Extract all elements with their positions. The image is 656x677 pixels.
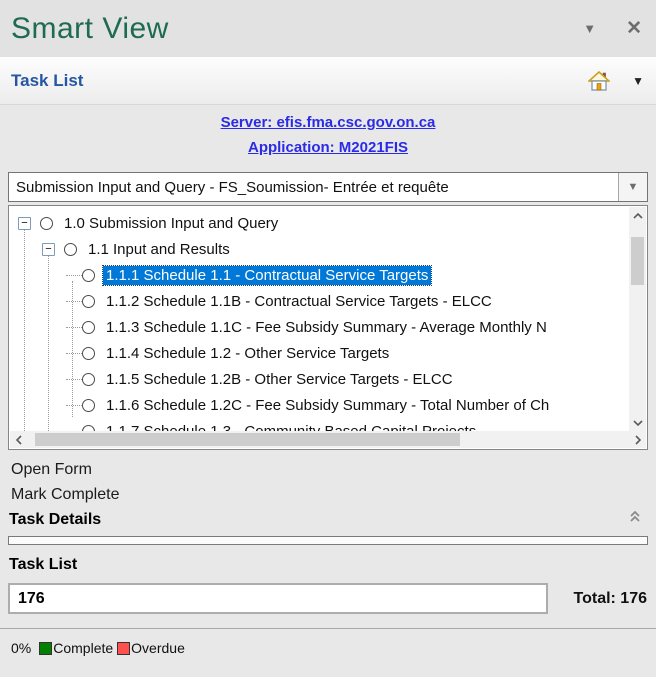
overdue-swatch-icon — [117, 642, 130, 655]
tree-item[interactable]: − 1.1 Input and Results — [10, 236, 629, 262]
task-list-dropdown-value: Submission Input and Query - FS_Soumissi… — [9, 179, 618, 196]
dropdown-arrow-icon[interactable]: ▼ — [618, 173, 647, 201]
scroll-up-icon[interactable] — [629, 207, 646, 224]
vertical-scroll-thumb[interactable] — [631, 237, 644, 285]
panel-title-bar: Task List ▼ — [0, 57, 656, 105]
tree-item-label: 1.1.1 Schedule 1.1 - Contractual Service… — [103, 266, 431, 285]
tree-connector — [66, 353, 82, 354]
tree-connector — [66, 301, 82, 302]
task-status-icon — [82, 269, 95, 282]
task-details-heading: Task Details — [9, 511, 101, 529]
percent-complete-label: 0% — [11, 640, 31, 656]
smartview-header: Smart View ▼ ✕ — [0, 0, 656, 57]
app-title: Smart View — [0, 12, 169, 46]
tree-connector — [66, 405, 82, 406]
tree-connector — [66, 275, 82, 276]
tree-item[interactable]: 1.1.7 Schedule 1.3 - Community Based Cap… — [10, 418, 629, 431]
task-status-icon — [64, 243, 77, 256]
task-status-icon — [82, 321, 95, 334]
tree-collapse-icon[interactable]: − — [42, 243, 55, 256]
application-link[interactable]: Application: M2021FIS — [0, 135, 656, 160]
tree-item-label: 1.1.7 Schedule 1.3 - Community Based Cap… — [103, 422, 479, 432]
tree-item-label: 1.0 Submission Input and Query — [61, 214, 281, 233]
tree-item[interactable]: 1.1.4 Schedule 1.2 - Other Service Targe… — [10, 340, 629, 366]
complete-swatch-icon — [39, 642, 52, 655]
divider — [0, 628, 656, 629]
task-status-icon — [82, 425, 95, 432]
home-icon[interactable] — [588, 71, 610, 91]
overdue-label: Overdue — [131, 640, 185, 656]
mark-complete-action[interactable]: Mark Complete — [11, 486, 119, 504]
tree-rows: −1.0 Submission Input and Query−1.1 Inpu… — [10, 207, 629, 431]
collapse-section-icon[interactable] — [628, 509, 642, 528]
server-link[interactable]: Server: efis.fma.csc.gov.on.ca — [0, 110, 656, 135]
panel-title: Task List — [0, 71, 83, 91]
open-form-action[interactable]: Open Form — [11, 461, 92, 479]
task-list-dropdown[interactable]: Submission Input and Query - FS_Soumissi… — [8, 172, 648, 202]
scroll-left-icon[interactable] — [10, 431, 27, 448]
scroll-down-icon[interactable] — [629, 414, 646, 431]
tree-item[interactable]: 1.1.6 Schedule 1.2C - Fee Subsidy Summar… — [10, 392, 629, 418]
pane-menu-arrow-icon[interactable]: ▼ — [583, 21, 596, 36]
tree-item-label: 1.1.4 Schedule 1.2 - Other Service Targe… — [103, 344, 392, 363]
task-list-heading: Task List — [9, 556, 77, 574]
status-legend: 0% Complete Overdue — [11, 640, 185, 656]
tree-item-label: 1.1.3 Schedule 1.1C - Fee Subsidy Summar… — [103, 318, 550, 337]
panel-menu-arrow-icon[interactable]: ▼ — [632, 74, 644, 88]
task-status-icon — [82, 347, 95, 360]
tree-connector — [66, 379, 82, 380]
task-status-icon — [82, 295, 95, 308]
tree-item-label: 1.1.2 Schedule 1.1B - Contractual Servic… — [103, 292, 495, 311]
task-count-input[interactable] — [8, 583, 548, 614]
complete-label: Complete — [53, 640, 113, 656]
horizontal-scroll-thumb[interactable] — [35, 433, 460, 446]
total-count-label: Total: 176 — [574, 590, 648, 608]
tree-item-label: 1.1.5 Schedule 1.2B - Other Service Targ… — [103, 370, 456, 389]
vertical-scrollbar[interactable] — [629, 207, 646, 431]
tree-item[interactable]: − 1.0 Submission Input and Query — [10, 210, 629, 236]
tree-connector — [66, 431, 82, 432]
tree-item[interactable]: 1.1.2 Schedule 1.1B - Contractual Servic… — [10, 288, 629, 314]
tree-item[interactable]: 1.1.1 Schedule 1.1 - Contractual Service… — [10, 262, 629, 288]
close-icon[interactable]: ✕ — [626, 19, 642, 38]
connection-links: Server: efis.fma.csc.gov.on.ca Applicati… — [0, 110, 656, 160]
scroll-right-icon[interactable] — [629, 431, 646, 448]
tree-collapse-icon[interactable]: − — [18, 217, 31, 230]
task-status-icon — [40, 217, 53, 230]
tree-item[interactable]: 1.1.3 Schedule 1.1C - Fee Subsidy Summar… — [10, 314, 629, 340]
task-tree: −1.0 Submission Input and Query−1.1 Inpu… — [8, 205, 648, 450]
tree-item-label: 1.1.6 Schedule 1.2C - Fee Subsidy Summar… — [103, 396, 552, 415]
task-status-icon — [82, 399, 95, 412]
tree-connector — [66, 327, 82, 328]
tree-item[interactable]: 1.1.5 Schedule 1.2B - Other Service Targ… — [10, 366, 629, 392]
task-status-icon — [82, 373, 95, 386]
tree-item-label: 1.1 Input and Results — [85, 240, 233, 259]
horizontal-scrollbar[interactable] — [10, 431, 646, 448]
progress-bar-empty — [8, 536, 648, 545]
